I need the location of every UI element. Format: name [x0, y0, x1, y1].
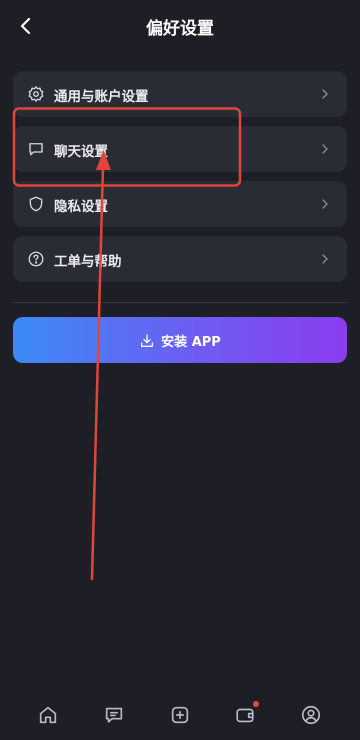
- plus-square-icon[interactable]: [169, 704, 191, 726]
- menu-item-chat-settings[interactable]: 聊天设置: [13, 126, 347, 172]
- profile-icon[interactable]: [300, 704, 322, 726]
- menu-item-tickets-help[interactable]: 工单与帮助: [13, 236, 347, 282]
- header: 偏好设置: [0, 0, 360, 52]
- gear-icon: [27, 85, 45, 103]
- message-icon[interactable]: [103, 704, 125, 726]
- menu-item-label: 隐私设置: [54, 199, 108, 215]
- shield-icon: [27, 195, 45, 213]
- menu-item-general-account[interactable]: 通用与账户设置: [13, 71, 347, 117]
- page-title: 偏好设置: [146, 19, 214, 39]
- download-icon: [141, 334, 154, 347]
- menu-item-label: 工单与帮助: [54, 254, 122, 270]
- chat-bubble-icon: [27, 140, 45, 158]
- install-app-label: 安装 APP: [161, 335, 221, 350]
- divider: [13, 302, 347, 303]
- install-app-button[interactable]: 安装 APP: [13, 317, 347, 363]
- annotation-arrow-shaft: [90, 164, 105, 581]
- menu-item-label: 通用与账户设置: [54, 89, 149, 105]
- home-icon[interactable]: [37, 704, 59, 726]
- menu-item-privacy[interactable]: 隐私设置: [13, 181, 347, 227]
- menu-item-label: 聊天设置: [54, 144, 108, 160]
- chevron-right-icon: [317, 141, 333, 157]
- help-circle-icon: [27, 250, 45, 268]
- chevron-right-icon: [317, 86, 333, 102]
- wallet-icon[interactable]: [234, 701, 259, 726]
- chevron-right-icon: [317, 196, 333, 212]
- chevron-right-icon: [317, 251, 333, 267]
- bottom-nav: [0, 696, 360, 740]
- notification-dot: [253, 701, 259, 707]
